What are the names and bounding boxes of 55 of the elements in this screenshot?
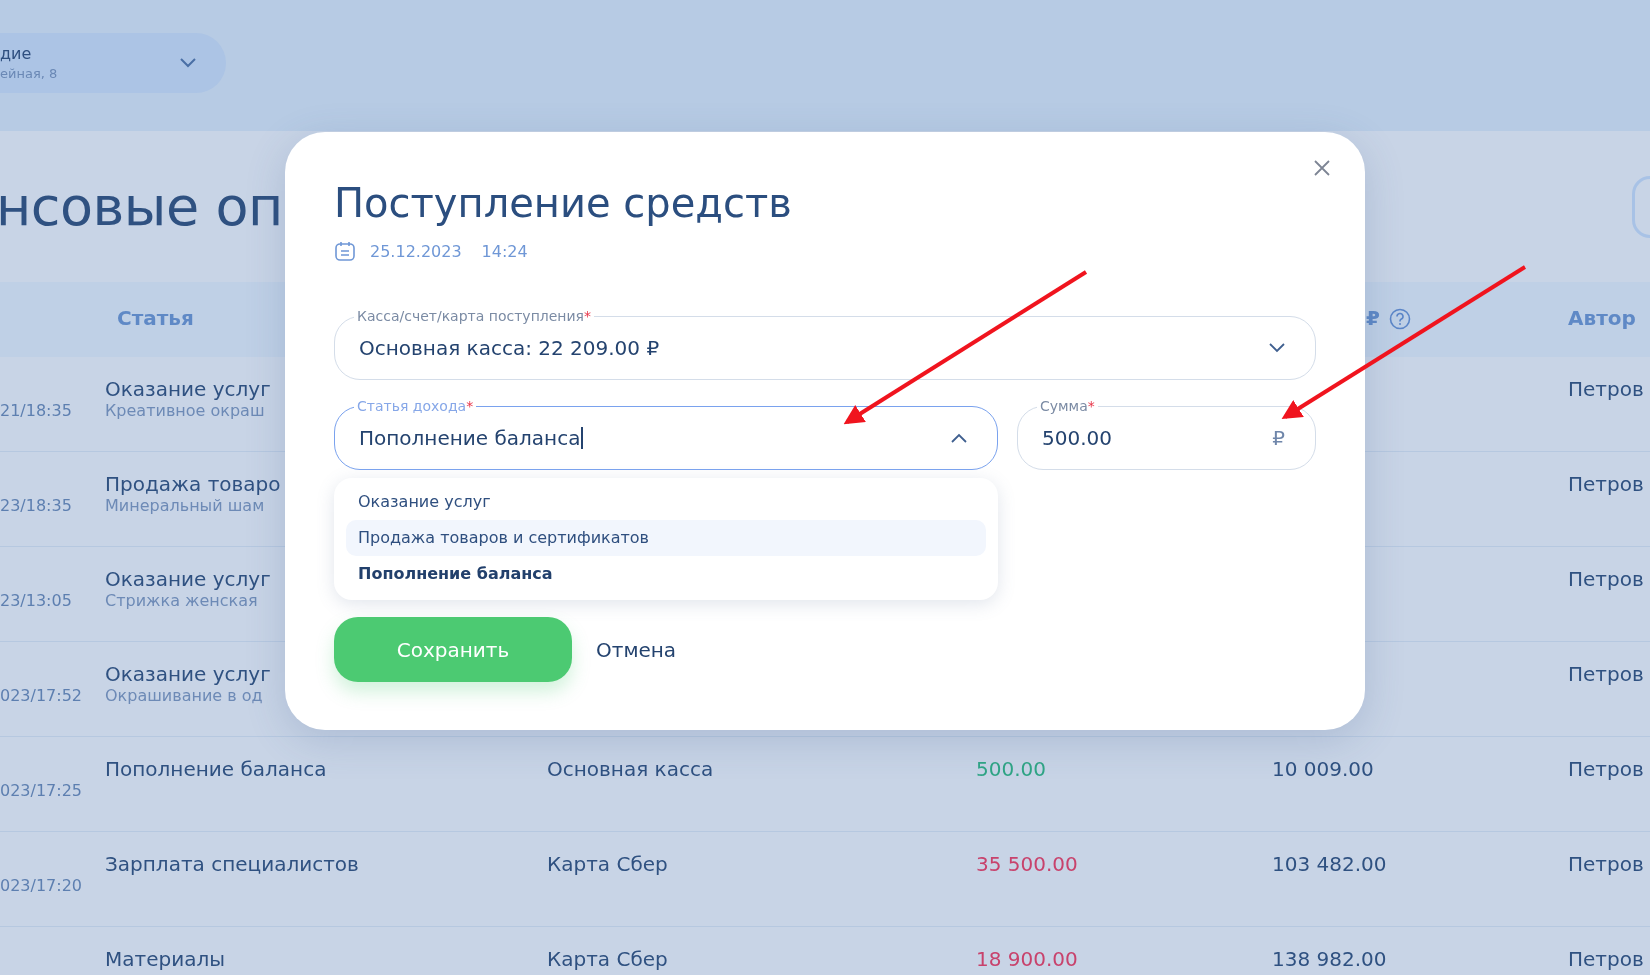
table-cell: 21/18:35 [0,401,72,420]
table-cell: 23/13:05 [0,591,72,610]
table-cell: Основная касса [547,757,714,781]
table-cell: 10 009.00 [1272,757,1374,781]
table-cell: Оказание услуг [105,567,271,591]
column-header: Автор [1568,306,1636,330]
table-cell: Петров [1568,852,1644,876]
chevron-down-icon [180,57,196,68]
dropdown-option[interactable]: Пополнение баланса [346,556,986,592]
column-header: ₽ [1366,306,1380,330]
table-cell: Материалы [105,947,225,971]
page-title: нсовые оп [0,175,283,238]
cancel-button[interactable]: Отмена [596,633,677,666]
table-cell: Продажа товаро [105,472,281,496]
table-cell: Стрижка женская [105,591,258,610]
field-label: Касса/счет/карта поступления* [354,308,594,324]
table-cell: Пополнение баланса [105,757,327,781]
table-cell: Зарплата специалистов [105,852,359,876]
time-text: 14:24 [481,241,528,261]
table-cell: Оказание услуг [105,662,271,686]
table-cell: 023/17:20 [0,876,83,895]
dropdown-option[interactable]: Продажа товаров и сертификатов [346,520,986,556]
table-cell: 23/18:35 [0,496,72,515]
currency-sign: ₽ [1272,426,1285,450]
calendar-icon [334,240,356,262]
table-cell: Карта Сбер [547,852,668,876]
location-name: дие [0,44,33,63]
help-icon[interactable] [1389,308,1411,330]
table-cell: 18 900.00 [976,947,1078,971]
table-cell: Петров [1568,947,1644,971]
location-selector[interactable]: дие ейная, 8 [0,32,226,93]
table-cell: Петров [1568,377,1644,401]
field-label: Сумма* [1037,398,1098,414]
table-cell: Оказание услуг [105,377,271,401]
table-cell: 35 500.00 [976,852,1078,876]
table-cell: 500.00 [976,757,1046,781]
table-cell: Креативное окраш [105,401,265,420]
table-cell: Окрашивание в од [105,686,263,705]
table-cell: Петров [1568,662,1644,686]
column-header: Статья [117,306,194,330]
close-icon[interactable] [1314,160,1330,176]
table-cell: Минеральный шам [105,496,265,515]
table-cell: Петров [1568,757,1644,781]
dropdown-option[interactable]: Оказание услуг [346,484,986,520]
table-cell: Карта Сбер [547,947,668,971]
table-cell: 138 982.00 [1272,947,1387,971]
table-cell: Петров [1568,567,1644,591]
date-text: 25.12.2023 [370,241,462,261]
table-cell: 103 482.00 [1272,852,1387,876]
table-cell: 023/17:52 [0,686,83,705]
table-cell: 023/17:25 [0,781,83,800]
table-cell: Петров [1568,472,1644,496]
dialog-title: Поступление средств [334,180,793,226]
location-address: ейная, 8 [0,66,58,81]
field-label: Статья дохода* [354,398,477,414]
